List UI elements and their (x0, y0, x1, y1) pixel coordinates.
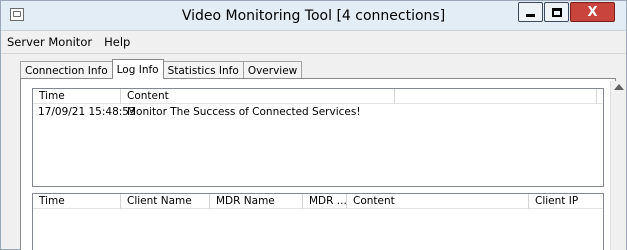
close-button[interactable]: X (570, 2, 615, 22)
maximize-button[interactable] (544, 2, 569, 22)
menu-bar: Server Monitor Help (1, 31, 626, 53)
column-header-mdr-name[interactable]: MDR Name (210, 194, 303, 209)
tab-connection-info[interactable]: Connection Info (20, 61, 113, 79)
maximize-icon (551, 7, 562, 17)
vertical-scrollbar[interactable] (610, 81, 626, 250)
column-header-time[interactable]: Time (33, 194, 121, 209)
column-header-content[interactable]: Content (347, 194, 529, 209)
tab-statistics-info[interactable]: Statistics Info (162, 61, 244, 79)
tab-strip: Connection Info Log Info Statistics Info… (20, 59, 303, 79)
client-list-header: Time Client Name MDR Name MDR ... Conten… (33, 194, 603, 209)
tab-overview[interactable]: Overview (242, 61, 303, 79)
tab-log-info[interactable]: Log Info (111, 59, 164, 79)
client-log-list[interactable]: Time Client Name MDR Name MDR ... Conten… (32, 193, 604, 250)
log-row-content: Monitor The Success of Connected Service… (127, 106, 361, 118)
scroll-up-arrow-icon[interactable] (614, 84, 624, 90)
menu-divider (1, 53, 626, 54)
column-header-time[interactable]: Time (33, 89, 121, 104)
minimize-icon (526, 14, 535, 17)
log-list[interactable]: Time Content 17/09/21 15:48:53 Monitor T… (32, 88, 604, 187)
menu-server-monitor[interactable]: Server Monitor (7, 35, 92, 49)
column-header-mdr-truncated[interactable]: MDR ... (303, 194, 347, 209)
column-header-blank[interactable] (395, 89, 597, 104)
log-list-header: Time Content (33, 89, 603, 104)
column-header-content[interactable]: Content (121, 89, 395, 104)
close-icon: X (587, 4, 598, 20)
minimize-button[interactable] (518, 2, 543, 22)
main-window: Video Monitoring Tool [4 connections] X … (0, 0, 627, 250)
log-row-time: 17/09/21 15:48:53 (38, 106, 136, 118)
log-row[interactable]: 17/09/21 15:48:53 Monitor The Success of… (33, 105, 603, 119)
menu-help[interactable]: Help (104, 35, 130, 49)
column-header-client-name[interactable]: Client Name (121, 194, 210, 209)
column-header-client-ip[interactable]: Client IP (529, 194, 605, 209)
title-bar[interactable]: Video Monitoring Tool [4 connections] X (1, 1, 626, 31)
